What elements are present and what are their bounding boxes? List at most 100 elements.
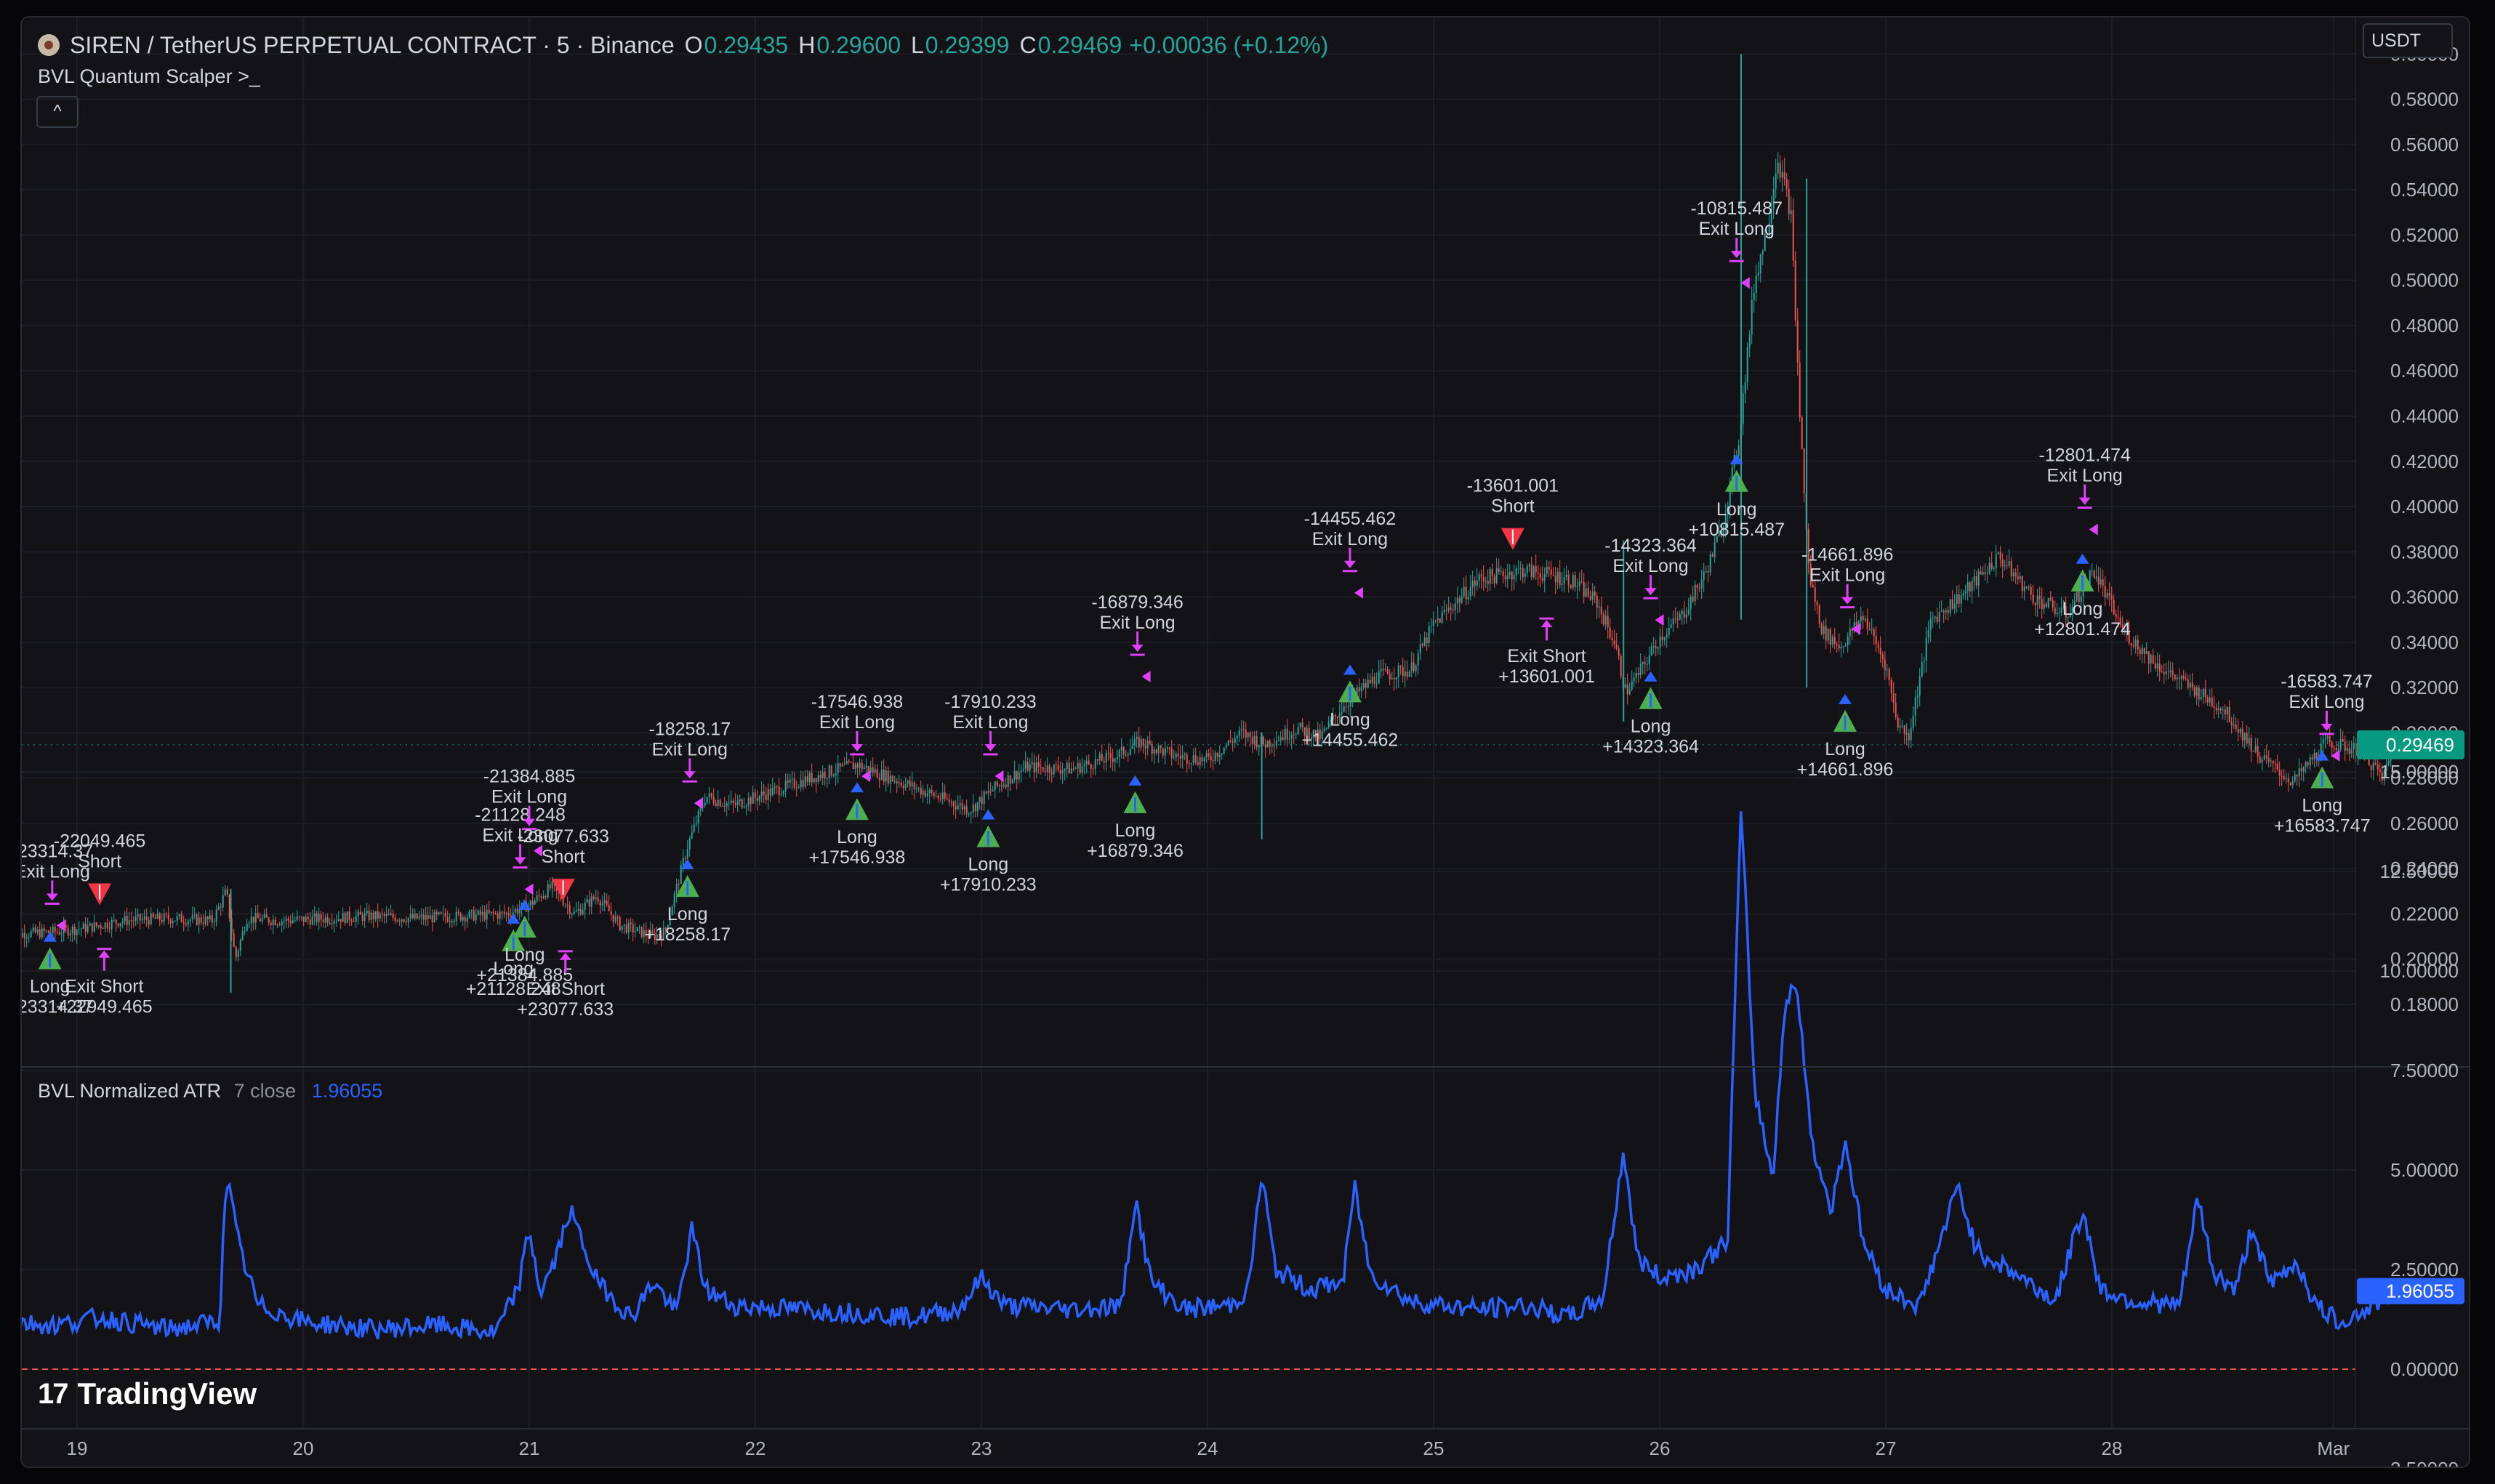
- candle-body: [2093, 570, 2095, 578]
- collapse-button[interactable]: ^: [36, 96, 79, 128]
- candle-body: [1070, 768, 1072, 774]
- candle-body: [824, 772, 826, 778]
- candle-body: [355, 916, 357, 922]
- candle-body: [630, 922, 632, 924]
- candle-body: [952, 802, 955, 807]
- candle-body: [1397, 665, 1399, 678]
- candle-body: [590, 896, 592, 907]
- candle-body: [592, 896, 595, 899]
- candle-body: [1068, 762, 1070, 774]
- candle-body: [1325, 727, 1327, 729]
- candle-body: [1681, 610, 1683, 614]
- candle-body: [514, 908, 516, 913]
- exit-signal-icon: [2321, 723, 2333, 731]
- candle-body: [621, 925, 623, 930]
- candle-body: [2250, 738, 2252, 752]
- candle-body: [363, 913, 366, 922]
- candle-body: [1179, 756, 1181, 759]
- candle-body: [1818, 605, 1820, 624]
- candle-body: [782, 791, 784, 794]
- candle-body: [865, 765, 867, 768]
- candle-body: [688, 838, 691, 850]
- candle-body: [1447, 607, 1450, 611]
- candle-body: [1393, 677, 1395, 680]
- candle-body: [2311, 757, 2313, 760]
- candle-body: [145, 916, 148, 921]
- atr-legend[interactable]: BVL Normalized ATR 7 close 1.96055: [38, 1080, 382, 1102]
- candle-body: [141, 919, 143, 921]
- exit-signal-pnl: -17546.938: [811, 692, 904, 712]
- candle-body: [1589, 596, 1591, 600]
- grid-lines: [22, 17, 2355, 1429]
- candle-body: [248, 923, 250, 924]
- long-signal-label: Long: [2062, 599, 2103, 619]
- candle-body: [2014, 573, 2017, 576]
- candle-body: [1576, 586, 1578, 587]
- candle-body: [2091, 570, 2093, 571]
- candle-body: [1345, 706, 1347, 708]
- candle-body: [636, 927, 638, 932]
- brand-logo[interactable]: 17 TradingView: [38, 1376, 257, 1411]
- candle-body: [763, 791, 765, 795]
- candle-body: [154, 916, 156, 919]
- candle-body: [137, 914, 139, 917]
- candle-body: [73, 927, 76, 935]
- candle-body: [2281, 775, 2283, 777]
- candle-body: [1299, 722, 1301, 727]
- price-axis-label: 0.26000: [2390, 812, 2459, 834]
- candle-body: [765, 794, 767, 800]
- candle-body: [1081, 766, 1083, 773]
- candle-body: [1428, 626, 1430, 644]
- candle-body: [237, 951, 239, 957]
- candle-body: [1221, 753, 1223, 755]
- long-signal-pnl: +14323.364: [1602, 737, 1699, 757]
- candle-body: [710, 793, 712, 797]
- candle-body: [259, 918, 261, 922]
- candle-body: [1674, 618, 1676, 620]
- candle-body: [1687, 609, 1690, 615]
- candle-body: [2246, 733, 2248, 744]
- candle-body: [1796, 320, 1799, 363]
- candle-body: [625, 924, 627, 933]
- candle-body: [896, 781, 898, 784]
- candle-body: [241, 931, 244, 940]
- exit-signal-icon: [2078, 497, 2091, 505]
- candle-body: [1162, 748, 1164, 756]
- candle-body: [2137, 640, 2139, 650]
- close-value: 0.29469: [1037, 31, 1122, 58]
- candle-body: [981, 797, 983, 804]
- chart-canvas[interactable]: Long+23314.37-23314.37Exit Long-22049.46…: [22, 17, 2469, 1467]
- candle-body: [606, 900, 608, 906]
- candle-body: [377, 911, 379, 919]
- candle-body: [1282, 737, 1284, 741]
- candle-body: [1286, 728, 1288, 740]
- candle-body: [972, 804, 974, 812]
- candle-body: [2132, 645, 2134, 647]
- candle-body: [1949, 599, 1951, 613]
- long-signal-pnl: +17910.233: [940, 875, 1037, 895]
- candle-body: [584, 903, 586, 911]
- short-signal-pnl: -13601.001: [1467, 476, 1559, 496]
- candle-body: [1127, 754, 1129, 756]
- candle-body: [1417, 653, 1419, 666]
- candle-body: [599, 901, 601, 906]
- candle-body: [1744, 382, 1746, 394]
- symbol-title[interactable]: SIREN / TetherUS PERPETUAL CONTRACT · 5 …: [70, 32, 675, 59]
- candle-body: [1746, 347, 1748, 382]
- currency-selector[interactable]: USDT: [2363, 23, 2453, 58]
- candle-body: [89, 923, 91, 926]
- candle-body: [1375, 683, 1378, 685]
- strategy-title[interactable]: BVL Quantum Scalper >_: [38, 65, 260, 88]
- candle-body: [1489, 568, 1491, 584]
- candle-body: [1594, 591, 1596, 596]
- candle-body: [1125, 754, 1127, 756]
- candle-body: [830, 765, 832, 776]
- candle-body: [1504, 576, 1506, 580]
- candle-body: [1044, 770, 1046, 773]
- exit-signal-pnl: +23077.633: [517, 999, 614, 1020]
- candle-body: [1886, 669, 1888, 670]
- candle-body: [1563, 577, 1565, 584]
- candle-body: [2028, 587, 2030, 589]
- candle-body: [891, 775, 893, 781]
- candle-body: [756, 797, 758, 801]
